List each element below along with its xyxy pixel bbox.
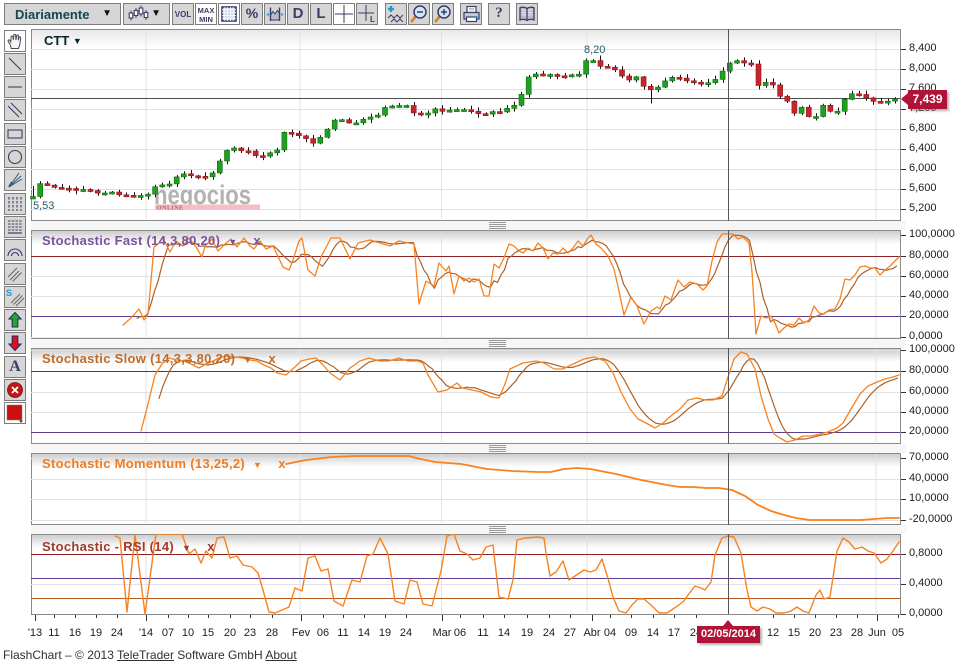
svg-text:S: S [6,288,12,298]
svg-text:L: L [370,15,375,24]
svg-text:ONLINE: ONLINE [157,206,184,212]
